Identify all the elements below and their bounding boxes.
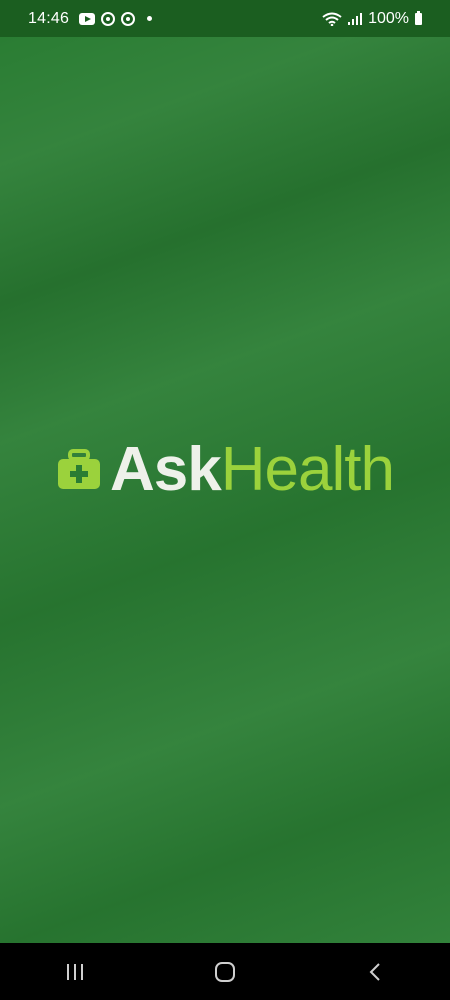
navigation-bar [0, 943, 450, 1000]
wifi-icon [322, 12, 342, 26]
home-icon [215, 961, 235, 982]
back-button[interactable] [345, 952, 405, 992]
status-left: 14:46 [28, 9, 153, 28]
home-button[interactable] [195, 952, 255, 992]
battery-icon [415, 10, 422, 25]
status-right: 100% [322, 10, 422, 28]
splash-screen: Ask Health [0, 37, 450, 943]
recent-apps-button[interactable] [45, 952, 105, 992]
recent-apps-icon [67, 963, 83, 980]
brand-name-health: Health [220, 435, 395, 504]
youtube-icon [79, 12, 96, 25]
battery-percentage: 100% [368, 9, 409, 27]
status-time: 14:46 [28, 9, 70, 27]
back-icon [369, 962, 380, 981]
signal-icon [348, 12, 363, 25]
medkit-icon [58, 449, 100, 489]
notification-icon [101, 11, 116, 26]
app-logo: Ask Health [56, 435, 395, 504]
more-notifications-icon [147, 16, 153, 21]
brand-name-ask: Ask [110, 435, 222, 504]
notification-icon [121, 11, 136, 26]
status-bar: 14:46 100% [0, 0, 450, 37]
